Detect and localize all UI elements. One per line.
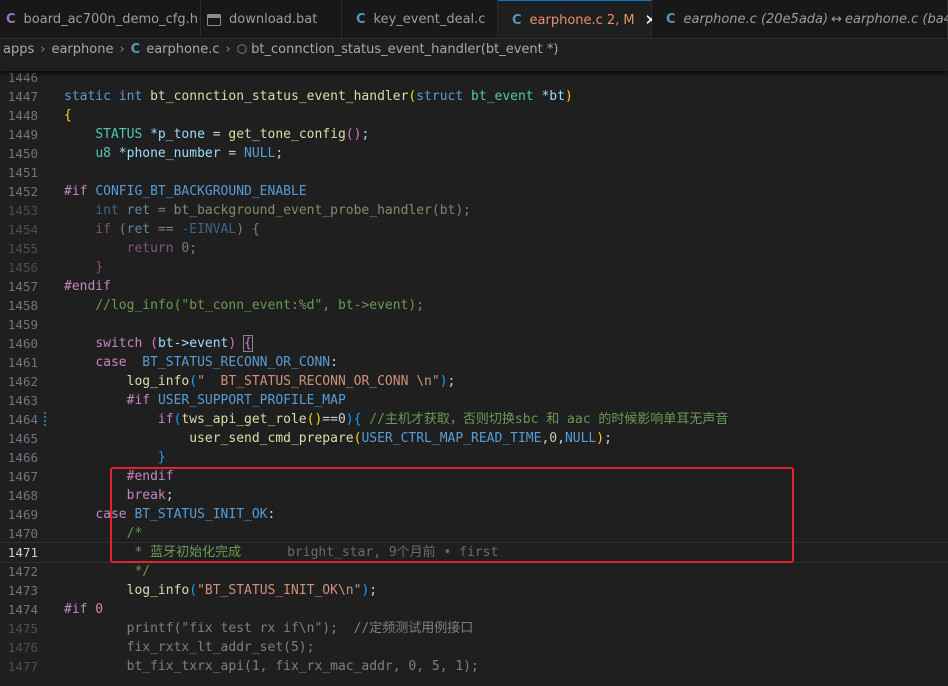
line-number: 1471: [7, 545, 38, 560]
code-line: 1469 case BT_STATUS_INIT_OK:: [0, 505, 948, 524]
line-number: 1451: [7, 165, 38, 180]
line-number: 1453: [7, 203, 38, 218]
code-line: 1467 #endif: [0, 467, 948, 486]
line-number: 1464: [7, 412, 38, 427]
code-line: 1458 //log_info("bt_conn_event:%d", bt->…: [0, 296, 948, 315]
line-number: 1450: [7, 146, 38, 161]
code-line: 1451: [0, 163, 948, 182]
line-number: 1462: [7, 374, 38, 389]
code-editor[interactable]: 1428 u8 tre_offset_read_handle(s32 *tre)…: [0, 59, 948, 686]
line-number: 1461: [7, 355, 38, 370]
code-line: 1464 if(tws_api_get_role()==0){ //主机才获取，…: [0, 410, 948, 429]
tab-earphone-c[interactable]: C earphone.c 2, M ✕: [498, 0, 657, 38]
code-line-inactive: 1477 bt_fix_txrx_api(1, fix_rx_mac_addr,…: [0, 657, 948, 676]
line-number: 1455: [7, 241, 38, 256]
code-line: 1449 STATUS *p_tone = get_tone_config();: [0, 125, 948, 144]
c-file-icon: C: [512, 12, 522, 28]
line-number: 1457: [7, 279, 38, 294]
c-header-file-icon: C: [6, 12, 16, 27]
tab-label-right: earphone.c (ba40866): [845, 12, 948, 27]
breadcrumb-file[interactable]: earphone.c: [146, 42, 219, 57]
code-line-inactive: 1476 fix_rxtx_lt_addr_set(5);: [0, 638, 948, 657]
code-line-current: 1471 * 蓝牙初始化完成 bright_star, 9个月前 • first: [0, 542, 948, 563]
line-number: 1456: [7, 260, 38, 275]
code-line: 1461 case BT_STATUS_RECONN_OR_CONN:: [0, 353, 948, 372]
line-number: 1463: [7, 393, 38, 408]
code-line-inactive: 1475 printf("fix test rx if\n"); //定频测试用…: [0, 619, 948, 638]
code-line: 1463 #if USER_SUPPORT_PROFILE_MAP: [0, 391, 948, 410]
tab-label: key_event_deal.c: [373, 12, 486, 27]
c-file-icon: C: [130, 41, 141, 57]
chevron-right-icon: ›: [40, 41, 46, 57]
line-number: 1449: [7, 127, 38, 142]
line-number: 1473: [7, 583, 38, 598]
code-line: 1474 #if 0: [0, 600, 948, 619]
code-line: 1452 #if CONFIG_BT_BACKGROUND_ENABLE: [0, 182, 948, 201]
code-line: 1462 log_info(" BT_STATUS_RECONN_OR_CONN…: [0, 372, 948, 391]
tab-download-bat[interactable]: download.bat: [201, 0, 342, 38]
tab-label-left: earphone.c (20e5ada): [683, 12, 829, 27]
code-lines: 1445 1446 1447static int bt_connction_st…: [0, 59, 948, 676]
chevron-right-icon: ›: [119, 41, 125, 57]
code-line: 1447 static int bt_connction_status_event…: [0, 87, 948, 106]
code-line-inactive: 1455 return 0;: [0, 239, 948, 258]
code-line-inactive: 1454 if (ret == -EINVAL) {: [0, 220, 948, 239]
line-number: 1468: [7, 488, 38, 503]
tab-label: earphone.c: [529, 12, 603, 28]
code-line: 1472 */: [0, 562, 948, 581]
line-number: 1458: [7, 298, 38, 313]
problems-modified-badge: 2, M: [606, 12, 635, 28]
line-number: 1466: [7, 450, 38, 465]
breadcrumb-symbol[interactable]: bt_connction_status_event_handler(bt_eve…: [251, 42, 558, 57]
line-number: 1447: [7, 89, 38, 104]
tab-label: board_ac700n_demo_cfg.h: [23, 12, 198, 27]
line-number: 1477: [7, 659, 38, 674]
line-number: 1459: [7, 317, 38, 332]
line-number: 1472: [7, 564, 38, 579]
line-number: 1460: [7, 336, 38, 351]
sticky-scroll-header[interactable]: 1428 u8 tre_offset_read_handle(s32 *tre): [0, 59, 948, 71]
line-number: 1470: [7, 526, 38, 541]
tab-board-cfg[interactable]: C board_ac700n_demo_cfg.h: [0, 0, 201, 38]
code-text: static int bt_connction_status_event_han…: [64, 89, 573, 104]
code-line: 1470 /*: [0, 524, 948, 543]
code-line: 1468 break;: [0, 486, 948, 505]
code-line: 1473 log_info("BT_STATUS_INIT_OK\n");: [0, 581, 948, 600]
tab-earphone-diff[interactable]: C earphone.c (20e5ada) ↔ earphone.c (ba4…: [652, 0, 948, 38]
tab-key-event-deal[interactable]: C key_event_deal.c: [342, 0, 498, 38]
line-number: 1475: [7, 621, 38, 636]
batch-file-icon: [207, 13, 221, 26]
code-line: 1450 u8 *phone_number = NULL;: [0, 144, 948, 163]
line-number: 1474: [7, 602, 38, 617]
code-line: 1459: [0, 315, 948, 334]
code-line: 1457 #endif: [0, 277, 948, 296]
chevron-right-icon: ›: [225, 41, 231, 57]
breadcrumb: apps › earphone › C earphone.c › ⬡ bt_co…: [0, 39, 948, 59]
code-line-inactive: 1456 }: [0, 258, 948, 277]
breadcrumb-folder-apps[interactable]: apps: [3, 42, 34, 57]
editor-tab-bar: C board_ac700n_demo_cfg.h download.bat C…: [0, 0, 948, 39]
tab-label: download.bat: [229, 12, 318, 27]
diff-arrow-icon: ↔: [831, 12, 842, 27]
c-file-icon: C: [356, 12, 366, 27]
c-file-icon: C: [666, 12, 676, 27]
line-number: 1467: [7, 469, 38, 484]
line-number: 1469: [7, 507, 38, 522]
code-line: 1448{: [0, 106, 948, 125]
line-number: 1452: [7, 184, 38, 199]
line-number: 1448: [7, 108, 38, 123]
symbol-method-icon: ⬡: [236, 42, 248, 56]
line-number: 1454: [7, 222, 38, 237]
code-line: 1460 switch (bt->event) {: [0, 334, 948, 353]
code-line: 1465 user_send_cmd_prepare(USER_CTRL_MAP…: [0, 429, 948, 448]
code-line-inactive: 1453 int ret = bt_background_event_probe…: [0, 201, 948, 220]
line-number: 1465: [7, 431, 38, 446]
line-number: 1428: [0, 70, 38, 71]
git-blame-annotation: bright_star, 9个月前 • first: [287, 545, 499, 560]
breadcrumb-folder-earphone[interactable]: earphone: [51, 42, 113, 57]
code-line: 1466 }: [0, 448, 948, 467]
modified-line-gutter-marker[interactable]: [44, 412, 46, 427]
line-number: 1476: [7, 640, 38, 655]
